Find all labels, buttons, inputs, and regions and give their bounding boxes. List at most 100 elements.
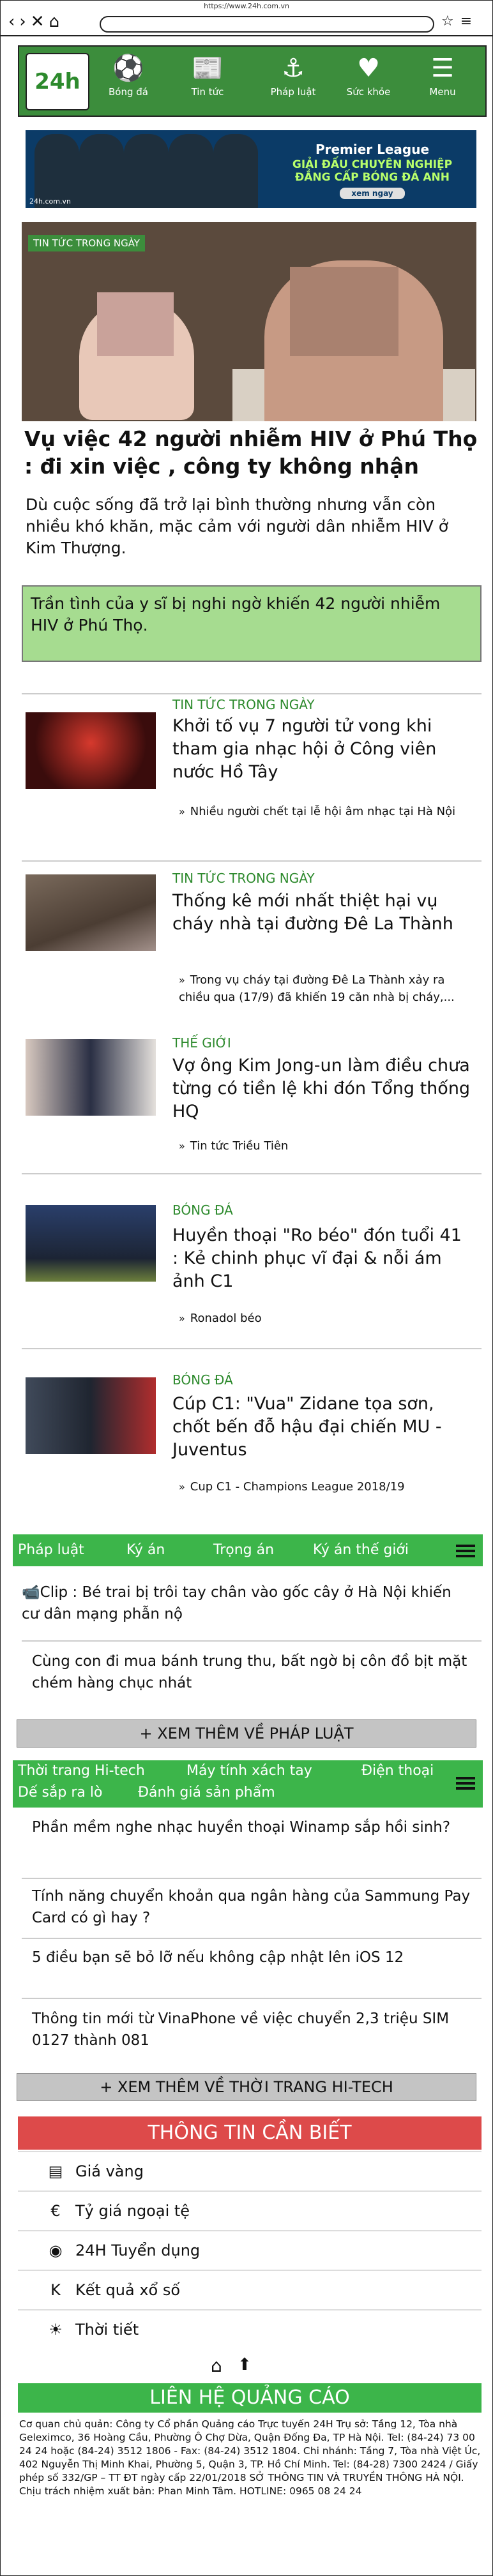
tab-upcoming-devices[interactable]: Dế sắp ra lò xyxy=(18,1785,102,1801)
related-text: Nhiều người chết tại lễ hội âm nhạc tại … xyxy=(190,805,456,818)
article-thumbnail[interactable] xyxy=(26,1377,156,1454)
tool-weather[interactable]: ☀ Thời tiết xyxy=(18,2309,482,2349)
list-item[interactable]: Thông tin mới từ VinaPhone về việc chuyể… xyxy=(32,2008,473,2051)
url-text[interactable]: https://www.24h.com.vn xyxy=(1,2,492,10)
article-related[interactable]: » Cup C1 - Champions League 2018/19 xyxy=(179,1478,479,1495)
article-thumbnail[interactable] xyxy=(26,712,156,789)
tool-label: 24H Tuyển dụng xyxy=(75,2242,201,2259)
article-title[interactable]: Thống kê mới nhất thiệt hại vụ cháy nhà … xyxy=(172,890,473,936)
tool-gold[interactable]: ▤ Giá vàng xyxy=(18,2151,482,2190)
tab-serious-crime[interactable]: Trọng án xyxy=(213,1542,274,1558)
banner-player xyxy=(169,134,213,208)
related-text: Cup C1 - Champions League 2018/19 xyxy=(190,1480,405,1494)
menu-icon[interactable] xyxy=(456,1774,475,1792)
article-related[interactable]: » Trong vụ cháy tại đường Đê La Thành xảy… xyxy=(179,971,479,1006)
browser-chrome: https://www.24h.com.vn ‹›✕⌂ ☆≡ xyxy=(1,1,492,36)
tab-phone[interactable]: Điện thoại xyxy=(361,1763,434,1779)
nav-item-menu[interactable]: ☰ Menu xyxy=(407,47,478,116)
nav-item-health[interactable]: ♥ Sức khỏe xyxy=(333,47,404,116)
list-item[interactable]: Cùng con đi mua bánh trung thu, bất ngờ … xyxy=(32,1651,473,1694)
divider xyxy=(22,860,482,862)
divider xyxy=(22,1938,482,1939)
nav-label: Pháp luật xyxy=(270,86,316,98)
hero-category-tag[interactable]: TIN TỨC TRONG NGÀY xyxy=(28,235,145,251)
tab-world-crime[interactable]: Ký án thế giới xyxy=(313,1542,409,1558)
hero-title[interactable]: Vụ việc 42 người nhiễm HIV ở Phú Thọ : đ… xyxy=(24,425,482,480)
article-card[interactable]: THẾ GIỚI Vợ ông Kim Jong-un làm điều chư… xyxy=(19,1029,487,1163)
hero-related-box[interactable]: Trần tình của y sĩ bị nghi ngờ khiến 42 … xyxy=(22,585,482,662)
article-category[interactable]: TIN TỨC TRONG NGÀY xyxy=(172,697,315,712)
tech-tabs: Thời trang Hi-tech Máy tính xách tay Điệ… xyxy=(13,1760,483,1808)
double-chevron-icon: » xyxy=(179,1481,185,1493)
article-category[interactable]: BÓNG ĐÁ xyxy=(172,1202,233,1218)
nav-item-law[interactable]: ⚓ Pháp luật xyxy=(258,47,328,116)
site-logo[interactable]: 24h xyxy=(26,53,89,110)
hero-image[interactable]: TIN TỨC TRONG NGÀY xyxy=(22,222,476,421)
article-category[interactable]: TIN TỨC TRONG NGÀY xyxy=(172,871,315,886)
tool-recruitment[interactable]: ◉ 24H Tuyển dụng xyxy=(18,2230,482,2270)
article-title[interactable]: Cúp C1: "Vua" Zidane tọa sơn, chốt bến đ… xyxy=(172,1393,473,1462)
hero-blur xyxy=(290,267,398,356)
list-item[interactable]: 📹Clip : Bé trai bị trôi tay chân vào gốc… xyxy=(22,1582,462,1625)
newspaper-icon: 📰 xyxy=(192,54,224,83)
list-item-text: Clip : Bé trai bị trôi tay chân vào gốc … xyxy=(22,1584,451,1622)
article-related[interactable]: » Tin tức Triều Tiên xyxy=(179,1137,479,1155)
divider xyxy=(22,1998,482,1999)
tool-currency[interactable]: € Tỷ giá ngoại tệ xyxy=(18,2190,482,2230)
premier-league-banner[interactable]: Premier League GIẢI ĐẤU CHUYÊN NGHIỆP ĐẲ… xyxy=(26,130,476,208)
tool-label: Giá vàng xyxy=(75,2162,144,2180)
tab-laptop[interactable]: Máy tính xách tay xyxy=(186,1763,312,1779)
article-thumbnail[interactable] xyxy=(26,874,156,951)
double-chevron-icon: » xyxy=(179,974,185,986)
article-thumbnail[interactable] xyxy=(26,1039,156,1116)
tool-lottery[interactable]: K Kết quả xổ số xyxy=(18,2270,482,2309)
divider xyxy=(22,693,482,694)
nav-item-football[interactable]: ⚽ Bóng đá xyxy=(93,47,163,116)
browser-menu-icons[interactable]: ☆≡ xyxy=(441,13,478,29)
tab-hitech-fashion[interactable]: Thời trang Hi-tech xyxy=(18,1763,145,1779)
related-text: Ronadol béo xyxy=(190,1312,262,1325)
list-item[interactable]: 5 điều bạn sẽ bỏ lỡ nếu không cập nhật l… xyxy=(32,1947,473,1968)
article-card[interactable]: TIN TỨC TRONG NGÀY Thống kê mới nhất thi… xyxy=(19,863,487,1029)
more-tech-button[interactable]: + XEM THÊM VỀ THỜI TRANG HI-TECH xyxy=(17,2073,476,2101)
gold-icon: ▤ xyxy=(48,2162,63,2180)
heart-icon: ♥ xyxy=(357,54,380,83)
article-card[interactable]: TIN TỨC TRONG NGÀY Khởi tố vụ 7 người tử… xyxy=(19,696,487,855)
more-law-button[interactable]: + XEM THÊM VỀ PHÁP LUẬT xyxy=(17,1719,476,1748)
article-thumbnail[interactable] xyxy=(26,1205,156,1282)
divider xyxy=(22,1878,482,1879)
contact-title[interactable]: LIÊN HỆ QUẢNG CÁO xyxy=(18,2383,482,2413)
banner-player xyxy=(124,134,169,208)
weather-icon: ☀ xyxy=(49,2321,63,2339)
article-card[interactable]: BÓNG ĐÁ Cúp C1: "Vua" Zidane tọa sơn, ch… xyxy=(19,1351,487,1516)
tab-law[interactable]: Pháp luật xyxy=(18,1542,84,1558)
recruitment-icon: ◉ xyxy=(49,2242,63,2259)
double-chevron-icon: » xyxy=(179,1312,185,1324)
article-card[interactable]: BÓNG ĐÁ Huyền thoại "Ro béo" đón tuổi 41… xyxy=(19,1176,487,1325)
article-category[interactable]: BÓNG ĐÁ xyxy=(172,1372,233,1388)
arrow-up-icon[interactable]: ⬆ xyxy=(238,2355,252,2374)
article-category[interactable]: THẾ GIỚI xyxy=(172,1035,231,1051)
related-text: Tin tức Triều Tiên xyxy=(190,1139,289,1153)
article-title[interactable]: Vợ ông Kim Jong-un làm điều chưa từng có… xyxy=(172,1054,473,1123)
banner-line2: GIẢI ĐẤU CHUYÊN NGHIỆP xyxy=(292,158,453,171)
list-item[interactable]: Phần mềm nghe nhạc huyền thoại Winamp sắ… xyxy=(32,1816,473,1838)
banner-button[interactable]: xem ngay xyxy=(340,188,405,199)
double-chevron-icon: » xyxy=(179,1140,185,1152)
article-title[interactable]: Huyền thoại "Ro béo" đón tuổi 41 : Kẻ ch… xyxy=(172,1224,473,1293)
hero-blur xyxy=(97,292,174,356)
list-item[interactable]: Tính năng chuyển khoản qua ngân hàng của… xyxy=(32,1885,473,1929)
nav-item-news[interactable]: 📰 Tin tức xyxy=(172,47,243,116)
home-icon[interactable]: ⌂ xyxy=(211,2355,222,2376)
article-title[interactable]: Khởi tố vụ 7 người tử vong khi tham gia … xyxy=(172,715,473,784)
address-bar[interactable] xyxy=(100,16,434,33)
article-related[interactable]: » Ronadol béo xyxy=(179,1310,479,1327)
menu-icon: ☰ xyxy=(431,54,454,83)
tab-product-review[interactable]: Đánh giá sản phẩm xyxy=(138,1785,275,1801)
menu-icon[interactable] xyxy=(456,1542,475,1560)
related-text: Trong vụ cháy tại đường Đê La Thành xảy … xyxy=(179,973,455,1004)
article-related[interactable]: » Nhiều người chết tại lễ hội âm nhạc tại… xyxy=(179,803,479,820)
tab-crime-story[interactable]: Ký án xyxy=(126,1542,165,1558)
banner-line3: ĐẲNG CẤP BÓNG ĐÁ ANH xyxy=(295,171,450,184)
browser-nav-icons[interactable]: ‹›✕⌂ xyxy=(8,12,64,31)
